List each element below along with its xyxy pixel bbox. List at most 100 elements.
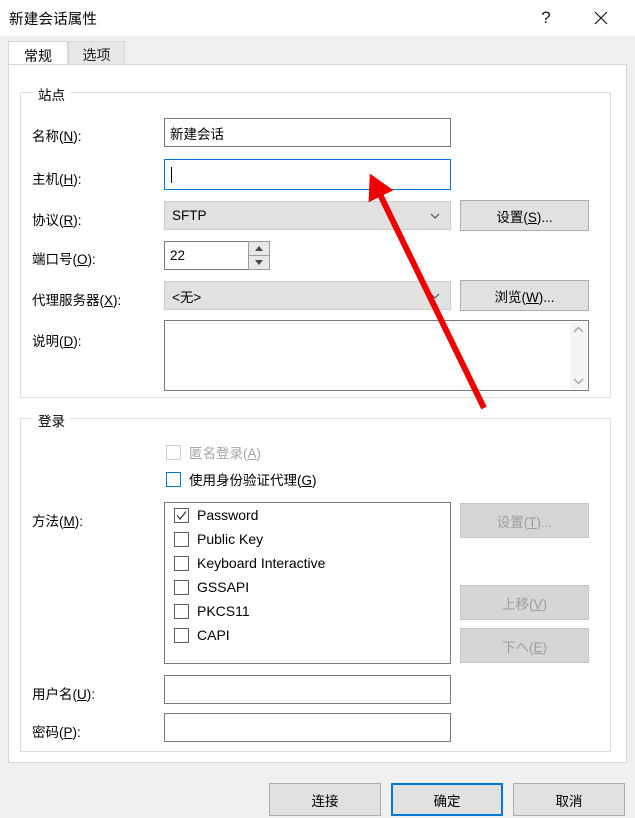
username-label-colon: :: [91, 687, 96, 702]
anonymous-login-label: 匿名登录(A): [189, 446, 262, 461]
checkbox-box: [166, 444, 181, 460]
description-textarea[interactable]: [164, 320, 589, 391]
password-label-colon: :: [77, 725, 81, 740]
checkbox-box[interactable]: [174, 603, 189, 619]
username-label-text: 用户名(U): [32, 687, 92, 702]
host-label-colon: :: [77, 172, 82, 187]
method-label: 方法(M):: [32, 510, 83, 530]
question-mark-icon: ?: [541, 8, 551, 27]
checkbox-box[interactable]: [174, 627, 189, 643]
proxy-combo-value: <无>: [172, 289, 202, 305]
connect-label: 连接: [311, 793, 339, 809]
checkbox-box[interactable]: [174, 555, 189, 571]
port-stepper[interactable]: 22: [164, 241, 270, 270]
ok-label: 确定: [433, 793, 461, 809]
description-label: 说明(D):: [32, 330, 82, 350]
tab-options-label: 选项: [82, 47, 111, 63]
protocol-combo-value: SFTP: [172, 208, 207, 223]
chevron-down-icon: [430, 213, 440, 219]
list-item[interactable]: GSSAPI: [165, 575, 450, 599]
list-item[interactable]: Public Key: [165, 527, 450, 551]
host-label: 主机(H):: [32, 168, 82, 188]
connect-button[interactable]: 连接: [269, 783, 381, 816]
protocol-combo[interactable]: SFTP: [164, 201, 451, 230]
method-label-text: 方法(M): [32, 514, 80, 529]
title-bar: 新建会话属性 ?: [0, 0, 635, 36]
host-input[interactable]: [164, 159, 451, 190]
method-label-colon: :: [79, 514, 84, 529]
help-button[interactable]: ?: [523, 0, 569, 36]
checkbox-box[interactable]: [174, 507, 189, 523]
anonymous-login-checkbox: 匿名登录(A): [166, 442, 261, 462]
method-settings-button: 设置(T)...: [460, 503, 589, 538]
auth-agent-label: 使用身份验证代理(G): [189, 473, 317, 488]
protocol-settings-label: 设置(S)...: [496, 209, 553, 225]
port-label-text: 端口号(O): [32, 252, 93, 267]
triangle-down-icon: [255, 260, 263, 265]
proxy-label-text: 代理服务器(X): [32, 293, 118, 308]
move-down-label: 下へ(E): [501, 639, 547, 655]
description-label-text: 说明(D): [32, 334, 78, 349]
list-item-label: GSSAPI: [197, 579, 250, 595]
name-input-value: 新建会话: [170, 126, 224, 142]
name-label: 名称(N):: [32, 125, 82, 145]
triangle-up-icon: [255, 246, 263, 251]
protocol-label: 协议(R):: [32, 209, 82, 229]
ok-button[interactable]: 确定: [391, 783, 503, 816]
auth-agent-checkbox[interactable]: 使用身份验证代理(G): [166, 469, 317, 489]
proxy-browse-button[interactable]: 浏览(W)...: [460, 280, 589, 311]
port-decrement-button[interactable]: [248, 256, 270, 270]
password-label-text: 密码(P): [32, 725, 78, 740]
port-spin-buttons[interactable]: [248, 241, 270, 270]
description-scrollbar[interactable]: [570, 322, 587, 389]
password-label: 密码(P):: [32, 721, 81, 741]
list-item[interactable]: Password: [165, 503, 450, 527]
username-input[interactable]: [164, 675, 451, 704]
move-up-button: 上移(V): [460, 585, 589, 620]
name-label-text: 名称(N): [32, 129, 78, 144]
proxy-combo[interactable]: <无>: [164, 281, 451, 310]
move-up-label: 上移(V): [501, 596, 547, 612]
description-label-colon: :: [77, 334, 82, 349]
protocol-settings-button[interactable]: 设置(S)...: [460, 200, 589, 231]
move-down-button: 下へ(E): [460, 628, 589, 663]
cancel-label: 取消: [555, 793, 583, 809]
port-input-value: 22: [170, 248, 186, 263]
list-item[interactable]: PKCS11: [165, 599, 450, 623]
proxy-label-colon: :: [117, 293, 122, 308]
window-title: 新建会话属性: [9, 12, 98, 28]
list-item-label: Password: [197, 507, 259, 523]
scroll-up-icon[interactable]: [573, 326, 584, 334]
proxy-label: 代理服务器(X):: [32, 289, 121, 309]
list-item-label: Keyboard Interactive: [197, 555, 326, 571]
close-button[interactable]: [578, 0, 624, 36]
port-increment-button[interactable]: [248, 241, 270, 256]
username-label: 用户名(U):: [32, 683, 95, 703]
scroll-down-icon[interactable]: [573, 377, 584, 385]
name-label-colon: :: [77, 129, 82, 144]
method-settings-label: 设置(T)...: [496, 514, 553, 530]
tab-general-label: 常规: [24, 47, 52, 64]
chevron-down-icon: [430, 293, 440, 299]
close-icon: [594, 11, 608, 25]
proxy-browse-label: 浏览(W)...: [494, 289, 555, 305]
checkbox-box[interactable]: [174, 579, 189, 595]
cancel-button[interactable]: 取消: [513, 783, 625, 816]
protocol-label-text: 协议(R): [32, 213, 78, 228]
list-item-label: PKCS11: [197, 603, 250, 619]
checkbox-box[interactable]: [166, 471, 181, 487]
port-label: 端口号(O):: [32, 248, 96, 268]
list-item-label: Public Key: [197, 531, 264, 547]
list-item[interactable]: Keyboard Interactive: [165, 551, 450, 575]
list-item[interactable]: CAPI: [165, 623, 450, 647]
checkmark-icon: [176, 510, 187, 520]
name-input[interactable]: 新建会话: [164, 118, 451, 147]
port-label-colon: :: [92, 252, 96, 267]
checkbox-box[interactable]: [174, 531, 189, 547]
host-label-text: 主机(H): [32, 172, 78, 187]
method-listbox[interactable]: Password Public Key Keyboard Interactive…: [164, 502, 451, 664]
login-group-legend: 登录: [33, 410, 70, 430]
protocol-label-colon: :: [77, 213, 82, 228]
password-input[interactable]: [164, 713, 451, 742]
list-item-label: CAPI: [197, 627, 230, 643]
